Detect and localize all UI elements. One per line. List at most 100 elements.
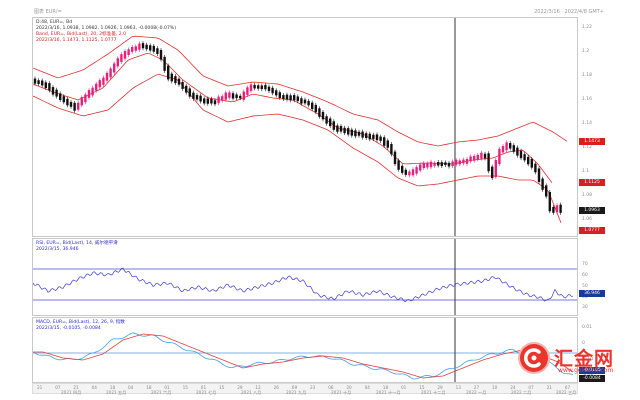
candle-body [541, 178, 544, 190]
candle-body [361, 131, 364, 138]
candle-body [141, 43, 145, 49]
candle-body [354, 130, 357, 137]
candle-body [73, 102, 76, 111]
rsi-y-tick: 70 [582, 262, 588, 267]
time-axis-day-label: 04 [128, 385, 134, 390]
candle-body [159, 50, 163, 60]
candle-body [231, 93, 235, 99]
price-y-tick: 1.22 [582, 25, 593, 30]
candle-body [235, 94, 238, 99]
candle-body [167, 65, 170, 80]
candle-body [480, 152, 483, 159]
candle-body [545, 185, 548, 197]
candle-body [156, 48, 159, 54]
candle-body [105, 72, 109, 81]
rsi-y-tick: 60 [582, 273, 588, 278]
rsi-chart[interactable] [33, 239, 577, 315]
candle-body [329, 118, 332, 127]
candle-body [174, 76, 177, 84]
time-axis[interactable]: 21 07 21 04 18 04 18 01 15 01 15 29 12 26 09 23 06 20 04 18… [32, 383, 578, 395]
candle-body [224, 92, 227, 100]
time-axis-day-label: 04 [364, 385, 370, 390]
candle-body [249, 84, 253, 92]
rsi-info-line-2: 2022/3/15, 36.946 [36, 247, 79, 252]
candle-body [375, 134, 379, 141]
mid-band-tag: 1.1125 [579, 179, 605, 186]
candle-body [203, 98, 206, 104]
candle-body [210, 98, 213, 104]
price-y-tick: 1.18 [582, 73, 593, 78]
candle-body [217, 96, 220, 104]
time-axis-day-label: 15 [182, 385, 188, 390]
price-chart[interactable] [33, 18, 577, 236]
candle-body [530, 158, 533, 168]
candle-body [332, 121, 335, 130]
candle-body [33, 78, 37, 84]
rsi-y-tick: 50 [582, 284, 588, 289]
candle-body [487, 153, 490, 172]
candle-body [62, 96, 65, 103]
candle-body [444, 162, 447, 166]
candle-body [51, 87, 55, 95]
candle-body [278, 92, 281, 98]
candle-body [469, 156, 472, 162]
candle-body [246, 87, 249, 95]
gold678-watermark: 汇金网 www.gold678.com [518, 340, 636, 376]
candle-body [498, 148, 501, 165]
upper-band-line [33, 35, 568, 147]
candle-body [113, 63, 116, 73]
candle-body [408, 171, 411, 176]
time-axis-month-label: 2021 九月 [286, 390, 307, 395]
candle-body [350, 129, 353, 136]
candle-body [213, 100, 217, 105]
candle-body [188, 88, 191, 97]
candle-body [87, 90, 91, 98]
candle-body [307, 100, 310, 106]
time-axis-day-label: 13 [455, 385, 461, 390]
candle-body [516, 147, 519, 156]
candle-body [519, 150, 523, 159]
candle-body [293, 95, 296, 101]
candle-body [253, 84, 256, 89]
macd-chart[interactable] [33, 318, 577, 382]
candle-body [44, 82, 47, 89]
candle-body [422, 162, 425, 169]
price-y-tick: 1.16 [582, 97, 593, 102]
candle-body [552, 206, 555, 213]
candle-body [483, 153, 487, 159]
rsi-value-tag: 36.946 [579, 290, 605, 297]
candle-body [80, 97, 83, 106]
time-axis-month-label: 2021 六月 [151, 390, 172, 395]
chart-window: 图表 EUR/= 2022/3/16 · 2022/4/8 GMT+ D:48,… [32, 8, 608, 395]
candle-body [271, 87, 274, 94]
rsi-y-axis[interactable]: 70 60 50 40 30 36.946 [578, 238, 608, 316]
candle-body [303, 99, 307, 104]
rsi-line [33, 267, 574, 303]
candle-body [123, 51, 127, 59]
candle-body [347, 128, 350, 135]
price-panel[interactable]: D:48, EUR=, Bd 2022/3/16, 1.0938, 1.0982… [32, 17, 578, 237]
candle-body [102, 77, 105, 85]
candle-body [512, 145, 515, 152]
macd-signal-tag: -0.0084 [579, 375, 605, 382]
candle-body [264, 84, 267, 90]
candle-body [393, 151, 397, 165]
candle-body [300, 98, 303, 104]
price-y-tick: 1.06 [582, 217, 593, 222]
macd-panel[interactable]: MACD, EUR=, Bid(Last), 12, 26, 9, 指数 202… [32, 317, 578, 383]
time-axis-month-label: 2021 十二月 [421, 390, 446, 395]
candle-body [289, 95, 292, 101]
time-axis-day-label: 07 [55, 385, 61, 390]
candle-body [440, 162, 443, 167]
rsi-panel[interactable]: RSI, EUR=, Bid(Last), 14, 威尔德平滑 2022/3/1… [32, 238, 578, 316]
candle-body [206, 98, 209, 104]
candle-body [383, 137, 386, 146]
price-y-axis[interactable]: 1.22 1.2 1.18 1.16 1.14 1.12 1.1 1.08 1.… [578, 17, 608, 237]
last-price-tag: 1.0963 [579, 207, 605, 214]
macd-line [33, 332, 574, 380]
candle-body [537, 168, 541, 182]
candle-body [411, 169, 415, 176]
candle-body [41, 80, 44, 86]
time-axis-month-label: 2021 十月 [331, 390, 352, 395]
candle-body [282, 95, 285, 100]
